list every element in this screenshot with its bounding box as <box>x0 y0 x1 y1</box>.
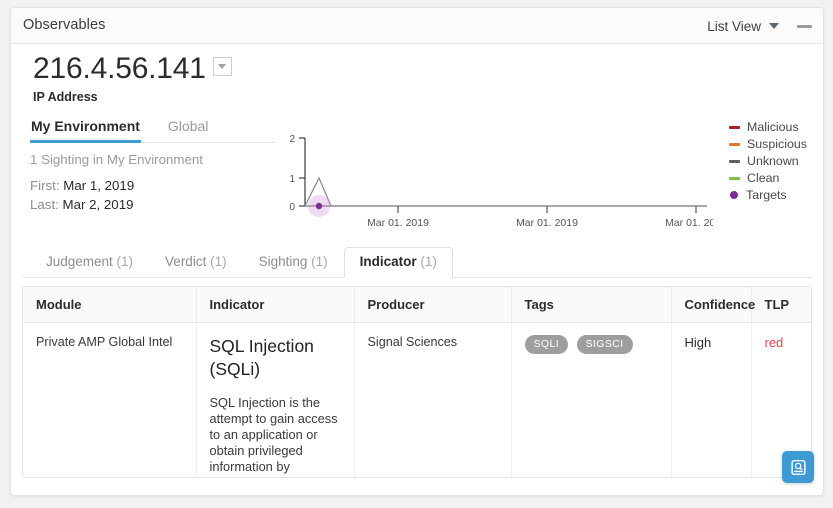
column-header-confidence[interactable]: Confidence <box>671 287 751 323</box>
indicator-description: SQL Injection is the attempt to gain acc… <box>210 395 344 478</box>
observable-actions-dropdown[interactable] <box>213 57 232 76</box>
legend-item-suspicious[interactable]: Suspicious <box>729 137 807 151</box>
sighting-summary: 1 Sighting in My Environment <box>30 152 275 167</box>
titlebar-actions: List View <box>707 8 813 44</box>
sightings-chart: 2 1 0 <box>283 126 713 226</box>
table-body: Private AMP Global Intel SQL Injection (… <box>23 323 812 479</box>
legend-label: Targets <box>746 188 787 202</box>
tab-label: Indicator <box>360 254 417 269</box>
indicator-title: SQL Injection (SQLi) <box>210 335 344 381</box>
legend-label: Unknown <box>747 154 799 168</box>
environment-block: My Environment Global 1 Sighting in My E… <box>30 118 275 214</box>
cell-module: Private AMP Global Intel <box>23 323 196 479</box>
last-seen-value: Mar 2, 2019 <box>63 197 134 212</box>
view-mode-label: List View <box>707 19 761 34</box>
tab-judgement[interactable]: Judgement (1) <box>30 247 149 278</box>
book-search-icon <box>790 459 807 476</box>
tab-label: Verdict <box>165 254 206 269</box>
observables-panel: Observables List View 216.4.56.141 IP Ad… <box>10 7 824 496</box>
legend-label: Clean <box>747 171 779 185</box>
minimize-icon <box>797 25 812 28</box>
chevron-down-icon <box>769 23 779 29</box>
observable-value: 216.4.56.141 <box>33 50 206 88</box>
tab-count: (1) <box>206 254 226 269</box>
cell-tags: SQLI SIGSCI <box>511 323 671 479</box>
tab-my-environment[interactable]: My Environment <box>30 118 141 143</box>
environment-tabs: My Environment Global <box>30 118 275 143</box>
legend-item-targets[interactable]: Targets <box>729 188 807 202</box>
last-seen-row: Last: Mar 2, 2019 <box>30 195 275 214</box>
tab-verdict[interactable]: Verdict (1) <box>149 247 243 278</box>
legend-swatch-unknown-icon <box>729 160 740 163</box>
table-head: Module Indicator Producer Tags Confidenc… <box>23 287 812 323</box>
summary-section: My Environment Global 1 Sighting in My E… <box>11 118 823 236</box>
first-seen-value: Mar 1, 2019 <box>63 178 134 193</box>
table-row[interactable]: Private AMP Global Intel SQL Injection (… <box>23 323 812 479</box>
observable-type-label: IP Address <box>33 90 823 104</box>
page-root: Observables List View 216.4.56.141 IP Ad… <box>0 0 833 508</box>
legend-item-unknown[interactable]: Unknown <box>729 154 807 168</box>
x-tick-label: Mar 01, 2019 <box>367 217 429 226</box>
first-seen-row: First: Mar 1, 2019 <box>30 176 275 195</box>
tlp-value: red <box>765 335 784 350</box>
legend-swatch-suspicious-icon <box>729 143 740 146</box>
detail-tabs: Judgement (1)Verdict (1)Sighting (1)Indi… <box>11 248 823 278</box>
indicator-table: Module Indicator Producer Tags Confidenc… <box>23 287 812 478</box>
panel-titlebar: Observables List View <box>11 8 823 44</box>
x-tick-label: Mar 01, 2019 <box>516 217 578 226</box>
table-header-row: Module Indicator Producer Tags Confidenc… <box>23 287 812 323</box>
column-header-tags[interactable]: Tags <box>511 287 671 323</box>
tab-count: (1) <box>417 254 437 269</box>
cell-confidence: High <box>671 323 751 479</box>
tab-count: (1) <box>113 254 133 269</box>
column-header-indicator[interactable]: Indicator <box>196 287 354 323</box>
cell-producer: Signal Sciences <box>354 323 511 479</box>
panel-title: Observables <box>23 17 106 33</box>
observable-header: 216.4.56.141 IP Address <box>11 44 823 104</box>
x-tick-label: Mar 01, 2019 <box>665 217 713 226</box>
indicator-table-wrap: Module Indicator Producer Tags Confidenc… <box>22 286 812 478</box>
target-marker-dot[interactable] <box>316 203 322 209</box>
lookup-fab-button[interactable] <box>782 451 814 483</box>
chart-svg: 2 1 0 <box>283 126 713 226</box>
y-tick-label: 0 <box>289 202 295 213</box>
legend-label: Malicious <box>747 120 799 134</box>
legend-swatch-clean-icon <box>729 177 740 180</box>
column-header-module[interactable]: Module <box>23 287 196 323</box>
tab-global[interactable]: Global <box>167 118 209 142</box>
legend-swatch-malicious-icon <box>729 126 740 129</box>
first-seen-label: First: <box>30 178 60 193</box>
date-range: First: Mar 1, 2019 Last: Mar 2, 2019 <box>30 176 275 214</box>
tab-label: Judgement <box>46 254 113 269</box>
legend-label: Suspicious <box>747 137 807 151</box>
legend-item-clean[interactable]: Clean <box>729 171 807 185</box>
observable-value-row: 216.4.56.141 <box>33 50 823 88</box>
chevron-down-icon <box>218 64 226 69</box>
confidence-value: High <box>685 335 712 350</box>
y-tick-label: 1 <box>289 174 295 185</box>
minimize-button[interactable] <box>795 17 813 35</box>
column-header-producer[interactable]: Producer <box>354 287 511 323</box>
tab-sighting[interactable]: Sighting (1) <box>243 247 344 278</box>
view-mode-dropdown[interactable]: List View <box>707 19 779 34</box>
legend-item-malicious[interactable]: Malicious <box>729 120 807 134</box>
tag-badge[interactable]: SQLI <box>525 335 569 354</box>
y-tick-label: 2 <box>289 134 295 145</box>
chart-legend: Malicious Suspicious Unknown Clean Targets <box>729 120 807 202</box>
column-header-tlp[interactable]: TLP <box>751 287 812 323</box>
cell-indicator: SQL Injection (SQLi) SQL Injection is th… <box>196 323 354 479</box>
tab-label: Sighting <box>259 254 308 269</box>
legend-swatch-targets-icon <box>730 191 738 199</box>
last-seen-label: Last: <box>30 197 59 212</box>
tag-badge[interactable]: SIGSCI <box>577 335 633 354</box>
tab-count: (1) <box>307 254 327 269</box>
tab-indicator[interactable]: Indicator (1) <box>344 247 453 278</box>
